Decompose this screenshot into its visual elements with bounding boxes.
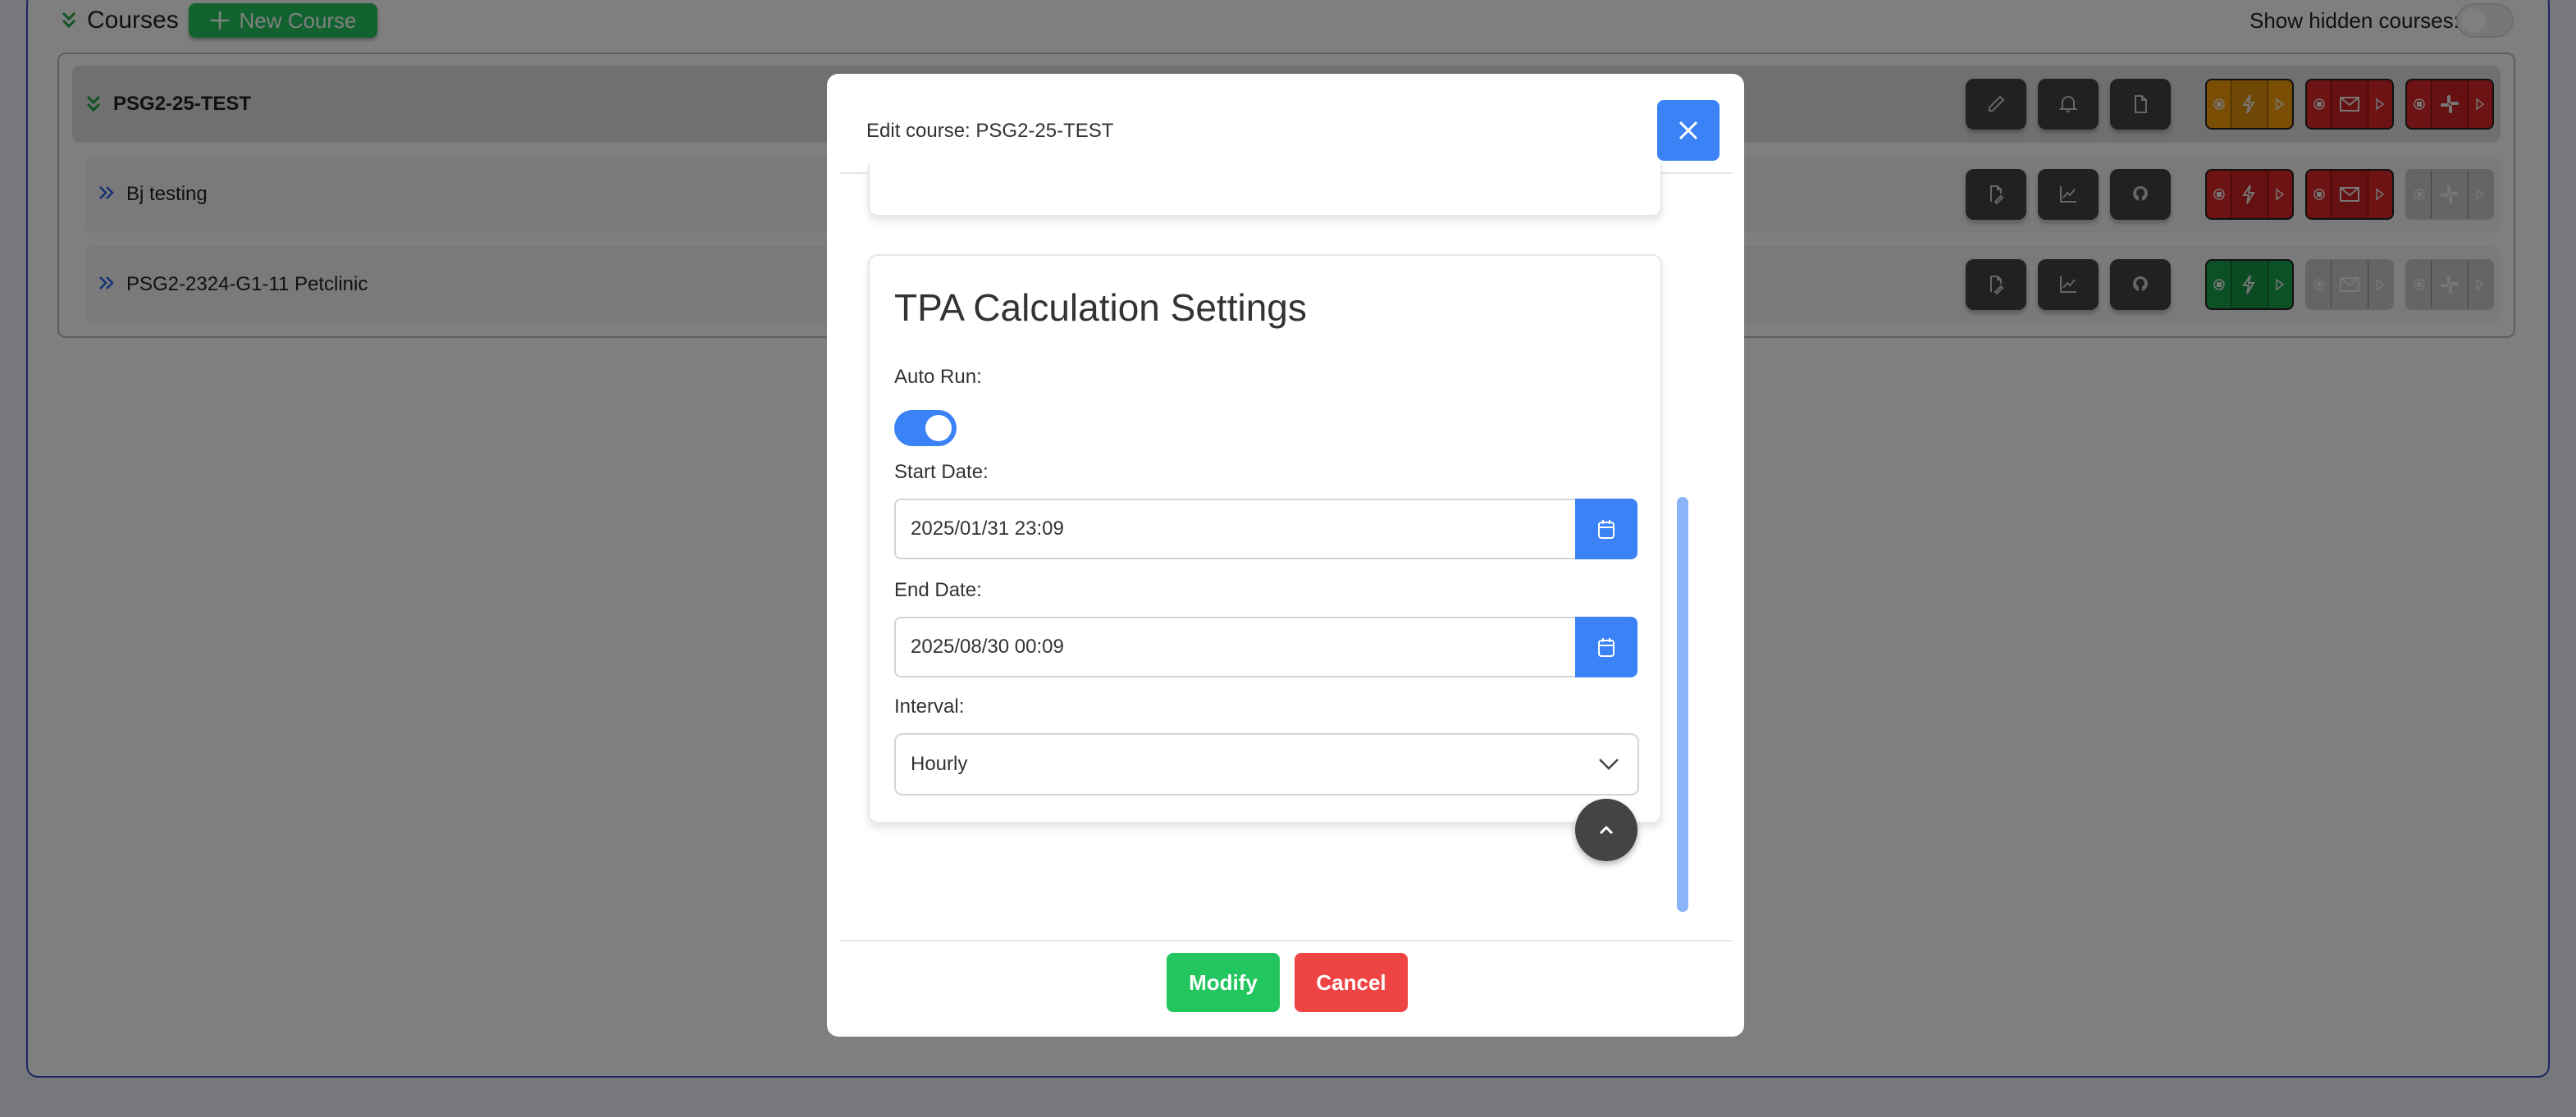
scrollbar-thumb[interactable] (1677, 497, 1688, 912)
close-icon (1679, 121, 1698, 140)
end-date-picker-button[interactable] (1575, 617, 1637, 677)
end-date-value: 2025/08/30 00:09 (911, 636, 1064, 658)
end-date-label: End Date: (894, 579, 982, 601)
auto-run-label: Auto Run: (894, 366, 982, 388)
previous-section-card (868, 164, 1662, 217)
scroll-top-button[interactable] (1575, 799, 1637, 861)
end-date-input[interactable]: 2025/08/30 00:09 (894, 617, 1637, 677)
interval-value: Hourly (911, 753, 968, 775)
start-date-label: Start Date: (894, 461, 989, 483)
edit-course-modal: Edit course: PSG2-25-TEST TPA Calculatio… (827, 74, 1744, 1037)
calendar-icon (1598, 638, 1615, 657)
modify-button[interactable]: Modify (1167, 953, 1280, 1012)
cancel-button[interactable]: Cancel (1295, 953, 1408, 1012)
tpa-settings-card: TPA Calculation Settings Auto Run: Start… (868, 254, 1662, 823)
interval-select[interactable]: Hourly (894, 733, 1639, 796)
section-title: TPA Calculation Settings (894, 286, 1307, 329)
calendar-icon (1598, 520, 1615, 539)
footer-divider (840, 940, 1733, 941)
start-date-value: 2025/01/31 23:09 (911, 517, 1064, 540)
chevron-up-icon (1599, 825, 1614, 835)
auto-run-toggle[interactable] (894, 410, 957, 446)
chevron-down-icon (1599, 759, 1619, 770)
modal-title: Edit course: PSG2-25-TEST (866, 120, 1114, 142)
interval-label: Interval: (894, 695, 965, 718)
start-date-picker-button[interactable] (1575, 499, 1637, 559)
start-date-input[interactable]: 2025/01/31 23:09 (894, 499, 1637, 559)
close-button[interactable] (1657, 100, 1720, 161)
